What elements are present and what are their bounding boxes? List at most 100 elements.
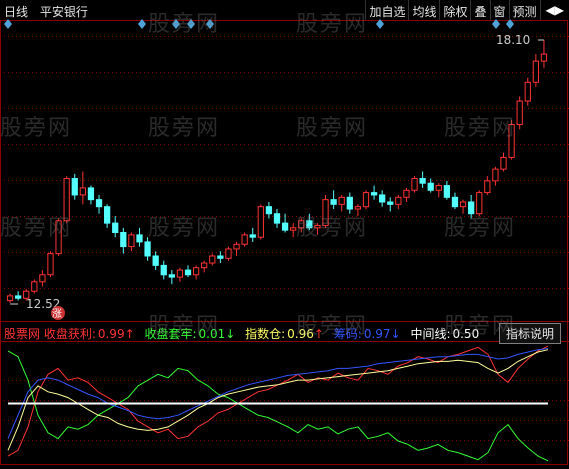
candle-body	[168, 274, 175, 278]
candle-body	[298, 220, 305, 229]
candle-body	[39, 274, 46, 283]
trap-value: 0.01	[198, 327, 226, 341]
candle-body	[120, 232, 127, 248]
indicator-prefix: 股票网 收盘获利:	[4, 327, 96, 341]
index-value: 0.96	[287, 327, 314, 341]
candle-body	[306, 220, 313, 229]
candle-body	[281, 222, 289, 231]
candle-body	[411, 178, 418, 191]
candle-body	[540, 53, 548, 62]
candle-body	[184, 269, 192, 276]
fund-value: 0.97	[363, 327, 391, 341]
candle-body	[71, 178, 78, 196]
indicator-explain-button[interactable]: 指标说明	[498, 323, 561, 344]
candle-body	[443, 185, 451, 198]
chart-title: 日线 平安银行	[4, 3, 96, 20]
window-button[interactable]: 窗	[489, 0, 509, 20]
candle-body	[532, 60, 539, 83]
candle-body	[63, 178, 70, 222]
candle-body	[370, 192, 378, 196]
candle-body	[241, 234, 248, 245]
rise-badge-label: 涨	[52, 308, 62, 320]
candle-body	[387, 201, 394, 205]
candle-body	[257, 206, 264, 238]
candle-body	[290, 227, 297, 231]
prev-next-arrows-icon[interactable]: ◀▶	[539, 0, 569, 20]
toolbar: 加自选 均线 除权 叠 窗 预测 ◀▶	[365, 0, 569, 20]
candle-body	[508, 124, 515, 158]
candle-body	[346, 196, 353, 210]
candle-body	[500, 156, 507, 170]
candle-body	[379, 194, 386, 203]
add-watchlist-button[interactable]: 加自选	[365, 0, 408, 20]
candle-body	[233, 243, 240, 250]
candle-body	[176, 269, 184, 278]
candle-body	[524, 81, 531, 102]
candle-body	[395, 196, 402, 205]
indicator-line	[7, 348, 549, 439]
indicator-legend: 股票网 收盘获利: 0.99↑ 收盘套牢: 0.01↓ 指数仓: 0.96↑ 筹码: 0…	[4, 325, 485, 342]
candle-body	[152, 255, 159, 266]
candle-body	[192, 267, 200, 276]
candle-body	[249, 234, 256, 238]
candle-body	[95, 199, 103, 208]
candle-body	[419, 178, 426, 184]
candle-body	[330, 199, 337, 205]
candle-body	[112, 222, 119, 234]
candle-body	[492, 168, 499, 182]
candle-body	[225, 248, 232, 259]
candle-body	[103, 206, 111, 224]
stock-name: 平安银行	[39, 5, 88, 19]
index-arrow: ↑	[313, 327, 324, 341]
candle-body	[31, 281, 38, 292]
index-label: 指数仓:	[245, 327, 286, 341]
mid-value: 0.50	[452, 327, 480, 341]
mid-label: 中间线:	[410, 327, 451, 341]
trap-label: 收盘套牢:	[144, 327, 197, 341]
candle-body	[136, 234, 143, 243]
kline-chart-svg[interactable]: 18.1012.52涨	[0, 0, 569, 466]
candle-body	[435, 185, 442, 191]
ex-rights-button[interactable]: 除权	[439, 0, 470, 20]
candle-body	[451, 196, 459, 208]
candle-body	[314, 224, 321, 229]
chart-frame	[0, 20, 568, 465]
candle-body	[209, 255, 216, 264]
candle-body	[265, 206, 273, 215]
candle-body	[427, 182, 434, 191]
indicator-line	[7, 350, 549, 462]
period-label[interactable]: 日线	[4, 5, 28, 19]
candle-body	[354, 206, 362, 210]
candle-body	[322, 199, 329, 226]
candle-body	[47, 253, 54, 276]
forecast-button[interactable]: 预测	[508, 0, 540, 20]
candle-body	[516, 100, 523, 126]
candle-body	[79, 187, 86, 196]
high-price-label: 18.10	[496, 33, 530, 47]
candle-body	[459, 201, 467, 208]
fund-label: 筹码:	[333, 327, 362, 341]
candle-body	[273, 213, 281, 224]
candle-body	[87, 187, 95, 201]
candle-body	[476, 192, 483, 215]
candle-body	[484, 180, 491, 194]
candle-body	[201, 262, 208, 269]
candle-body	[338, 196, 345, 205]
trap-arrow: ↓	[225, 327, 236, 341]
indicator-line	[7, 345, 549, 457]
candle-body	[128, 234, 135, 248]
candle-body	[160, 264, 167, 276]
moving-average-button[interactable]: 均线	[408, 0, 439, 20]
candle-body	[468, 201, 475, 215]
candle-body	[15, 295, 22, 299]
profit-arrow: ↑	[124, 327, 135, 341]
overlay-button[interactable]: 叠	[470, 0, 489, 20]
candle-body	[403, 189, 410, 198]
fund-arrow: ↓	[390, 327, 401, 341]
candle-body	[6, 295, 14, 302]
candle-body	[217, 255, 224, 259]
chart-area[interactable]: 18.10 12.52 涨	[0, 0, 569, 469]
candle-body	[55, 220, 62, 255]
candle-body	[362, 192, 370, 208]
profit-value: 0.99	[97, 327, 125, 341]
